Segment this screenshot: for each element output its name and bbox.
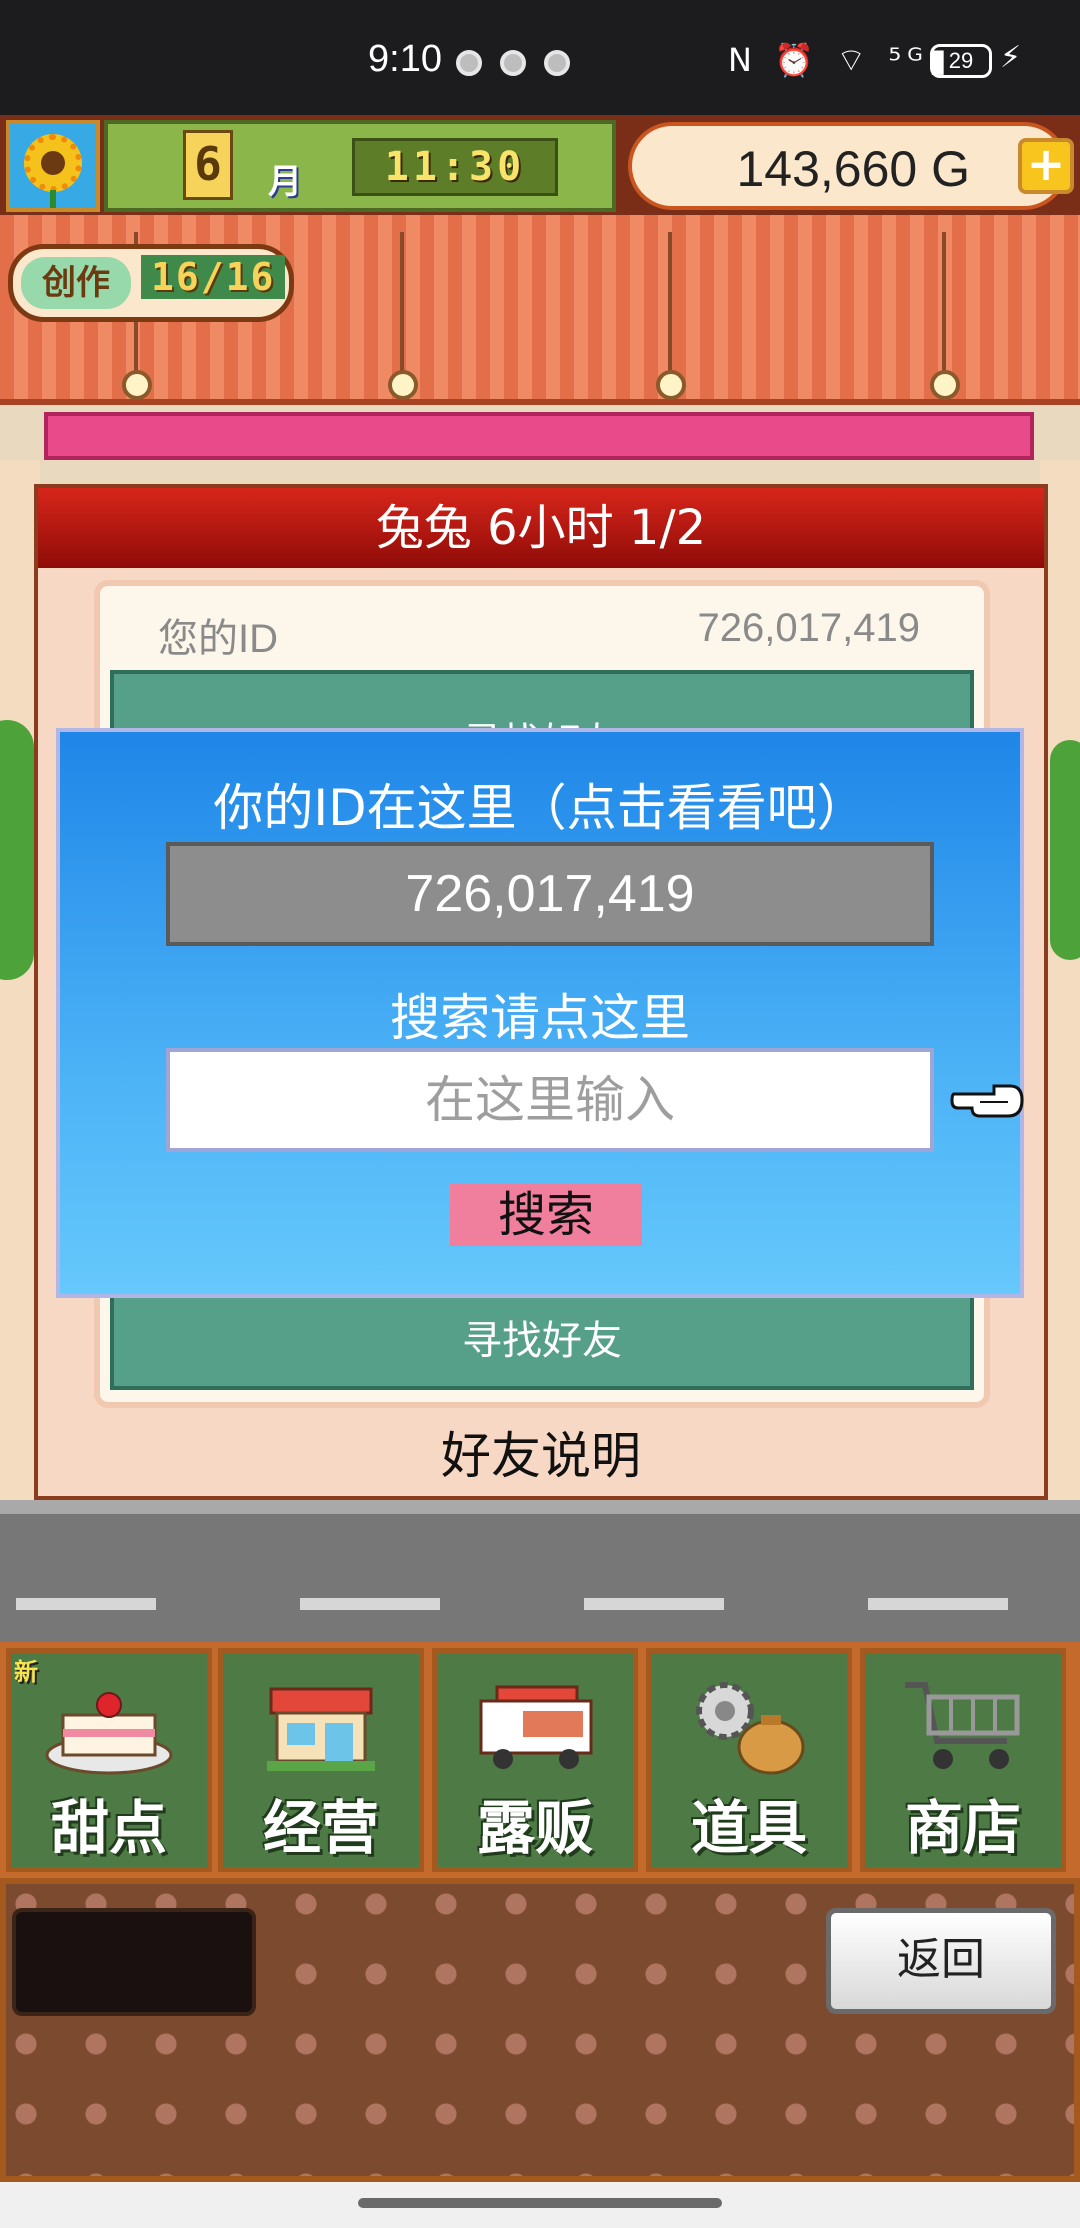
road-dash: [868, 1598, 1008, 1610]
battery-icon: 29: [930, 44, 992, 78]
road-dash: [300, 1598, 440, 1610]
road: [0, 1500, 1080, 1650]
road-dash: [16, 1598, 156, 1610]
create-count: 16/16: [141, 255, 286, 299]
money-display: 143,660 G: [628, 122, 1068, 210]
shop-sign-bar: [44, 412, 1034, 460]
friends-explanation-button[interactable]: 好友说明: [38, 1416, 1044, 1488]
your-id-label: 您的ID: [158, 617, 278, 661]
notification-dot-icon: [544, 50, 570, 76]
your-id-display[interactable]: 726,017,419: [166, 842, 934, 946]
lamp-wire: [942, 232, 946, 372]
menu-item-label: 甜点: [50, 1794, 167, 1862]
money-value: 143,660 G: [736, 141, 970, 197]
lamp-bulb-icon: [388, 370, 418, 400]
month-number: 6: [183, 130, 233, 200]
lamp-wire: [668, 232, 672, 372]
home-gesture-handle[interactable]: [358, 2198, 722, 2208]
pointing-hand-icon: [950, 1084, 1024, 1118]
sunflower-center: [41, 151, 65, 175]
menu-item-items[interactable]: 道具: [646, 1648, 852, 1872]
menu-item-label: 露贩: [476, 1794, 593, 1862]
friend-id-input[interactable]: 在这里输入: [166, 1048, 934, 1152]
gear-bag-icon: [696, 1682, 805, 1775]
sunflower-menu-button[interactable]: [6, 120, 100, 212]
tree-icon: [0, 720, 34, 980]
lamp-bulb-icon: [930, 370, 960, 400]
back-button[interactable]: 返回: [826, 1908, 1056, 2014]
menu-item-store[interactable]: 商店: [860, 1648, 1066, 1872]
charging-icon: ⚡: [1000, 40, 1022, 75]
add-money-button[interactable]: +: [1018, 138, 1074, 194]
shop-icon: [267, 1687, 375, 1771]
notification-dot-icon: [456, 50, 482, 76]
lamp-bulb-icon: [656, 370, 686, 400]
menu-item-food-truck[interactable]: 露贩: [432, 1648, 638, 1872]
lamp-bulb-icon: [122, 370, 152, 400]
menu-item-management[interactable]: 经营: [218, 1648, 424, 1872]
create-label: 创作: [21, 257, 131, 309]
find-friends-button[interactable]: 寻找好友: [114, 1308, 970, 1366]
sunflower-stem: [50, 190, 56, 208]
search-label: 搜索请点这里: [390, 989, 690, 1047]
status-icons: N ⏰ ⌔ ⁵ᴳ▮: [728, 41, 953, 79]
search-button[interactable]: 搜索: [450, 1184, 642, 1246]
dialog-title: 你的ID在这里（点击看看吧）: [213, 779, 867, 837]
menu-item-label: 经营: [262, 1794, 379, 1862]
food-truck-icon: [479, 1685, 593, 1769]
cake-icon: [45, 1692, 173, 1775]
status-bar: 9:10 N ⏰ ⌔ ⁵ᴳ▮ 29 ⚡: [0, 0, 1080, 115]
friends-panel-title: 兔兔 6小时 1/2: [38, 488, 1044, 568]
lamp-wire: [400, 232, 404, 372]
road-dash: [584, 1598, 724, 1610]
info-display-slot: [12, 1908, 256, 2016]
menu-item-label: 道具: [690, 1794, 807, 1862]
shopping-cart-icon: [905, 1682, 1020, 1769]
tree-icon: [1050, 740, 1080, 960]
create-counter-badge[interactable]: 创作 16/16: [8, 244, 294, 322]
game-clock: 11:30: [352, 138, 558, 196]
menu-item-label: 商店: [904, 1794, 1021, 1862]
id-search-dialog: 你的ID在这里（点击看看吧） 726,017,419 搜索请点这里 在这里输入 …: [56, 728, 1024, 1298]
date-display: 6 月 11:30: [104, 120, 616, 212]
month-label: 月: [268, 162, 302, 202]
your-id-value: 726,017,419: [697, 606, 920, 650]
new-badge: 新: [14, 1658, 38, 1686]
notification-dot-icon: [500, 50, 526, 76]
status-time: 9:10: [368, 38, 442, 80]
